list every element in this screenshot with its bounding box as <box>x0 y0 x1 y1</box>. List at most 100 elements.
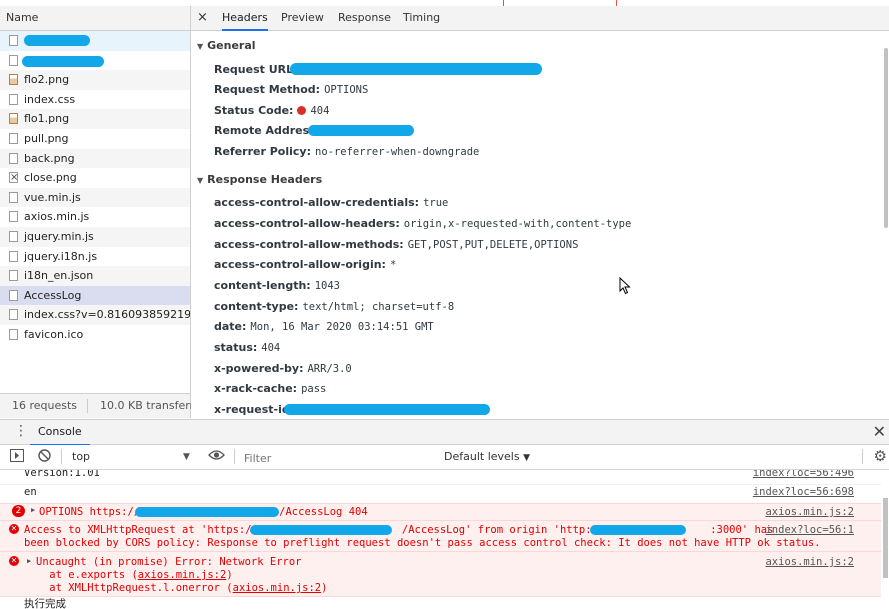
more-options-icon[interactable]: ⋮ <box>14 423 28 439</box>
request-row[interactable]: i18n_en.json <box>0 266 190 286</box>
clear-console-icon[interactable] <box>38 449 51 465</box>
source-link[interactable]: index?loc=56:698 <box>753 486 854 500</box>
file-icon <box>9 289 18 301</box>
log-levels-label: Default levels <box>444 450 520 463</box>
scrollbar-thumb[interactable] <box>883 498 888 578</box>
header-key: access-control-allow-headers: <box>214 217 400 230</box>
source-link[interactable]: axios.min.js:2 <box>765 556 854 570</box>
request-row[interactable]: vue.min.js <box>0 187 190 208</box>
header-row: status: 404 <box>214 341 280 354</box>
header-row: x-request-id: <box>214 403 490 416</box>
expand-arrow-icon[interactable]: ▶ <box>31 506 35 514</box>
status-error-icon <box>297 106 307 115</box>
eye-icon[interactable] <box>208 449 225 464</box>
request-row[interactable]: index.css?v=0.8160938592191... <box>0 305 190 325</box>
section-title: Response Headers <box>207 173 323 186</box>
close-icon[interactable]: × <box>197 6 208 30</box>
divider <box>234 449 235 464</box>
message-part: Access to XMLHttpRequest at 'https:// <box>24 524 258 536</box>
log-message: en index?loc=56:698 <box>0 485 881 504</box>
close-drawer-icon[interactable]: ✕ <box>873 422 886 441</box>
request-row[interactable]: flo1.png <box>0 109 190 129</box>
message-text: en <box>24 486 37 498</box>
tab-preview[interactable]: Preview <box>281 6 324 30</box>
context-selector[interactable]: top <box>72 445 90 469</box>
tab-headers[interactable]: Headers <box>222 6 268 31</box>
request-name: jquery.i18n.js <box>24 249 98 263</box>
stack-link[interactable]: axios.min.js:2 <box>138 569 227 581</box>
show-sidebar-icon[interactable] <box>10 449 24 465</box>
header-row: Referrer Policy: no-referrer-when-downgra… <box>214 145 479 158</box>
name-column-header[interactable]: Name <box>0 6 190 31</box>
log-levels-dropdown[interactable]: Default levels ▼ <box>444 445 530 470</box>
request-row[interactable]: jquery.min.js <box>0 226 190 247</box>
request-row[interactable]: AccessLog <box>0 285 190 306</box>
source-link[interactable]: index?loc=56:496 <box>753 470 854 481</box>
header-value: OPTIONS <box>324 84 369 96</box>
source-link[interactable]: index?loc=56:1 <box>765 524 854 538</box>
tab-timing[interactable]: Timing <box>403 6 440 30</box>
close-image-icon <box>9 168 18 188</box>
file-icon <box>9 191 18 203</box>
divider <box>862 449 863 464</box>
error-icon: ✕ <box>9 524 19 534</box>
request-row[interactable]: index.css <box>0 90 190 110</box>
detail-scrollbar[interactable] <box>883 38 889 418</box>
request-row[interactable] <box>0 51 190 71</box>
divider <box>87 399 89 413</box>
header-value: true <box>423 197 449 209</box>
request-name: axios.min.js <box>24 210 90 224</box>
header-value: no-referrer-when-downgrade <box>315 146 480 158</box>
file-icon <box>9 328 18 340</box>
scrollbar-thumb[interactable] <box>884 48 888 228</box>
console-scrollbar[interactable] <box>882 470 889 609</box>
request-row[interactable] <box>0 31 190 51</box>
tab-response[interactable]: Response <box>338 6 391 30</box>
response-headers-section-toggle[interactable]: ▼ Response Headers <box>197 173 322 186</box>
request-row[interactable]: flo2.png <box>0 70 190 90</box>
message-part: ) <box>226 569 233 581</box>
expand-arrow-icon[interactable]: ▶ <box>27 557 31 565</box>
header-key: Status Code: <box>214 104 294 117</box>
request-row[interactable]: pull.png <box>0 129 190 149</box>
request-row[interactable]: close.png <box>0 168 190 188</box>
request-row[interactable]: jquery.i18n.js <box>0 247 190 267</box>
header-row: access-control-allow-credentials: true <box>214 196 448 209</box>
source-link[interactable]: axios.min.js:2 <box>765 506 854 520</box>
file-icon <box>9 93 18 105</box>
header-key: Request URL: <box>214 63 298 76</box>
request-name: close.png <box>24 171 77 185</box>
filter-input[interactable] <box>242 449 426 467</box>
header-row: x-powered-by: ARR/3.0 <box>214 362 352 375</box>
request-name: flo1.png <box>24 112 70 126</box>
gear-icon[interactable]: ⚙ <box>874 447 887 465</box>
header-row: x-rack-cache: pass <box>214 382 326 395</box>
header-key: content-length: <box>214 279 311 292</box>
request-list: Name flo2.png index.css flo1.png pull.pn… <box>0 6 208 418</box>
request-detail-panel: × Headers Preview Response Timing ▼ Gener… <box>191 6 889 418</box>
message-part: /AccessLog' from origin 'http:// <box>401 524 605 536</box>
dropdown-arrow-icon[interactable]: ▼ <box>183 445 190 469</box>
request-name: index.css?v=0.8160938592191... <box>24 308 190 322</box>
request-row[interactable]: favicon.ico <box>0 325 190 345</box>
repeat-count-badge: 2 <box>12 505 25 517</box>
dropdown-arrow-icon: ▼ <box>523 453 530 463</box>
header-row: Request URL: <box>214 63 542 76</box>
general-section-toggle[interactable]: ▼ General <box>197 39 256 52</box>
stack-link[interactable]: axios.min.js:2 <box>233 582 322 594</box>
request-row[interactable]: axios.min.js <box>0 207 190 227</box>
file-icon <box>9 230 18 242</box>
header-value: GET,POST,PUT,DELETE,OPTIONS <box>407 239 579 251</box>
mouse-pointer-icon <box>619 277 631 295</box>
message-text: Uncaught (in promise) Error: Network Err… <box>36 556 302 568</box>
header-key: x-request-id: <box>214 403 295 416</box>
request-row[interactable]: back.png <box>0 148 190 169</box>
message-text: Version:1.01 <box>24 470 100 479</box>
tab-console[interactable]: Console <box>30 420 90 446</box>
request-name: favicon.ico <box>24 327 84 341</box>
header-row: access-control-allow-headers: origin,x-re… <box>214 217 631 230</box>
header-row: access-control-allow-methods: GET,POST,PU… <box>214 238 578 251</box>
request-name: i18n_en.json <box>24 269 94 283</box>
triangle-down-icon: ▼ <box>197 42 204 51</box>
redaction-mark <box>22 55 104 67</box>
